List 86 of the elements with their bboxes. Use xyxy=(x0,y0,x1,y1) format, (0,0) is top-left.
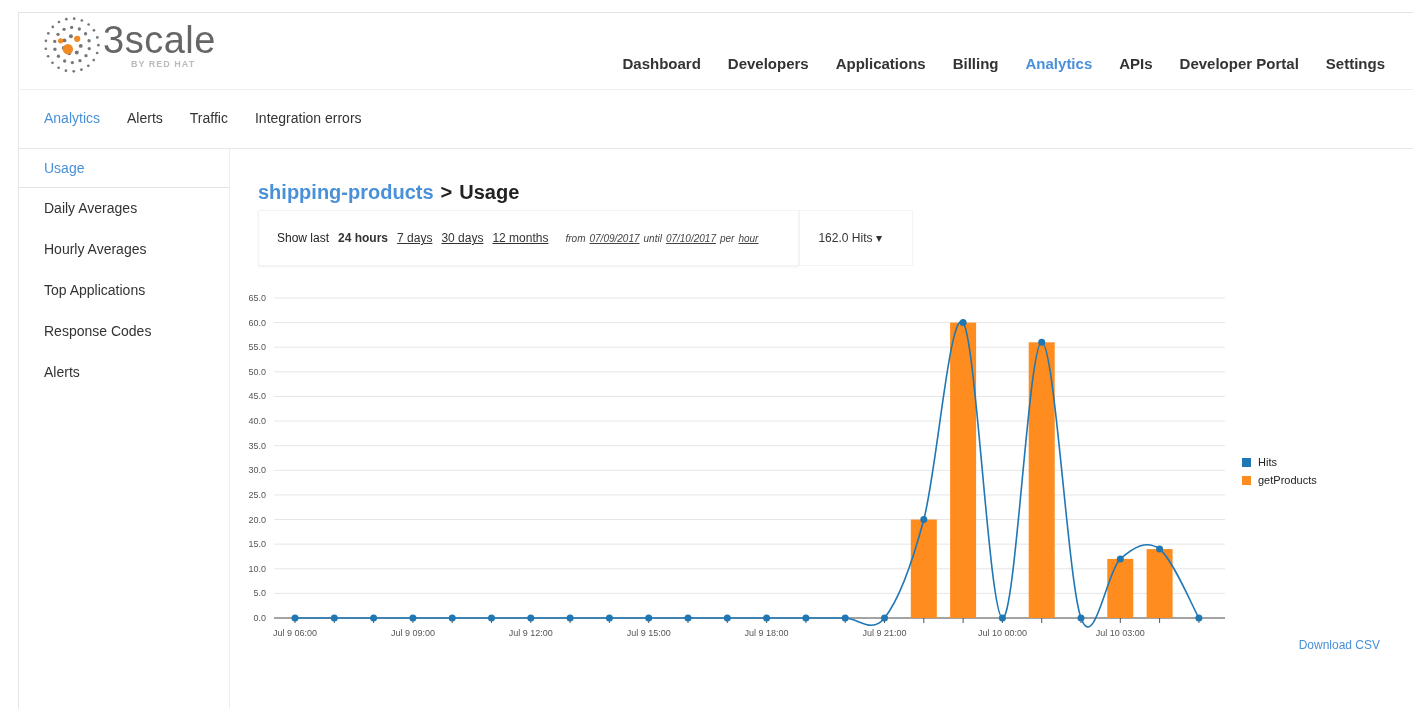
bar xyxy=(1107,558,1134,618)
y-tick-label: 40.0 xyxy=(248,416,266,427)
y-tick-label: 50.0 xyxy=(248,366,266,377)
data-point xyxy=(998,614,1006,622)
sidebar-item[interactable]: Top Applications xyxy=(19,270,229,311)
sidebar-item[interactable]: Daily Averages xyxy=(19,188,229,229)
y-tick-label: 30.0 xyxy=(248,465,266,476)
legend-label: Hits xyxy=(1258,456,1277,468)
y-tick-label: 5.0 xyxy=(253,588,266,599)
nav-tab[interactable]: Billing xyxy=(952,55,999,72)
y-tick-label: 45.0 xyxy=(248,391,266,402)
x-tick-label: Jul 9 18:00 xyxy=(744,628,789,638)
nav-tab[interactable]: Developers xyxy=(727,55,809,72)
sidebar-item[interactable]: Response Codes xyxy=(19,311,229,352)
data-point xyxy=(527,614,535,622)
data-point xyxy=(763,614,771,622)
data-point xyxy=(684,614,692,622)
data-point xyxy=(723,614,731,622)
period-link[interactable]: 24 hours xyxy=(338,231,389,245)
y-tick-label: 60.0 xyxy=(248,317,266,328)
y-tick-label: 15.0 xyxy=(248,539,266,550)
data-point xyxy=(959,319,967,327)
granularity-link[interactable]: hour xyxy=(738,232,759,244)
data-point xyxy=(802,614,810,622)
metric-dropdown[interactable]: 162.0 Hits ▾ xyxy=(799,210,913,266)
bar xyxy=(1146,549,1173,618)
breadcrumb-separator: > xyxy=(440,181,453,204)
subnav-tab[interactable]: Alerts xyxy=(127,110,163,148)
period-link[interactable]: 12 months xyxy=(492,231,549,245)
y-tick-label: 35.0 xyxy=(248,440,266,451)
logo-icon xyxy=(43,16,101,74)
logo-tagline: BY RED HAT xyxy=(131,59,197,69)
data-point xyxy=(1195,614,1203,622)
data-point xyxy=(370,614,378,622)
data-point xyxy=(881,614,888,622)
download-csv-link[interactable]: Download CSV xyxy=(1298,638,1380,652)
until-date-link[interactable]: 07/10/2017 xyxy=(665,232,716,244)
nav-tab[interactable]: Applications xyxy=(835,55,926,72)
data-point xyxy=(488,614,495,622)
y-tick-label: 0.0 xyxy=(253,613,266,623)
data-point xyxy=(566,614,574,622)
y-tick-label: 25.0 xyxy=(248,489,266,500)
y-tick-label: 65.0 xyxy=(248,293,266,303)
logo-wordmark: 3scale xyxy=(103,21,216,59)
data-point xyxy=(645,614,653,622)
data-point xyxy=(920,516,928,524)
data-point xyxy=(605,614,613,622)
data-point xyxy=(330,614,338,622)
data-point xyxy=(841,614,849,622)
data-point xyxy=(448,614,456,622)
data-point xyxy=(1116,555,1124,563)
period-link[interactable]: 30 days xyxy=(441,231,484,245)
sidebar-item[interactable]: Alerts xyxy=(19,352,229,393)
x-tick-label: Jul 10 00:00 xyxy=(977,628,1027,638)
legend-swatch xyxy=(1242,457,1251,467)
x-tick-label: Jul 9 21:00 xyxy=(862,628,907,638)
from-label: from xyxy=(565,232,586,244)
x-tick-label: Jul 9 09:00 xyxy=(390,628,435,638)
per-label: per xyxy=(719,232,735,244)
page-title: Usage xyxy=(459,181,520,204)
x-tick-label: Jul 9 12:00 xyxy=(508,628,553,638)
sidebar-item[interactable]: Hourly Averages xyxy=(19,229,229,270)
x-tick-label: Jul 9 06:00 xyxy=(273,628,317,638)
legend-label: getProducts xyxy=(1258,474,1317,486)
nav-tab[interactable]: Developer Portal xyxy=(1179,55,1299,72)
from-date-link[interactable]: 07/09/2017 xyxy=(589,232,640,244)
x-tick-label: Jul 10 03:00 xyxy=(1095,628,1145,638)
sidebar-item[interactable]: Usage xyxy=(19,149,229,188)
filter-label: Show last xyxy=(277,231,330,245)
subnav-tab[interactable]: Traffic xyxy=(189,110,228,148)
data-point xyxy=(1038,338,1046,346)
nav-tab[interactable]: APIs xyxy=(1119,55,1153,72)
nav-tab[interactable]: Dashboard xyxy=(622,55,701,72)
subnav-tab[interactable]: Integration errors xyxy=(254,110,362,148)
data-point xyxy=(291,614,299,622)
y-tick-label: 10.0 xyxy=(248,563,266,574)
until-label: until xyxy=(643,232,662,244)
y-tick-label: 55.0 xyxy=(248,342,266,353)
data-point xyxy=(1156,545,1164,553)
x-tick-label: Jul 9 15:00 xyxy=(626,628,671,638)
nav-tab[interactable]: Settings xyxy=(1325,55,1385,72)
data-point xyxy=(1077,614,1085,622)
y-tick-label: 20.0 xyxy=(248,514,266,525)
legend-swatch xyxy=(1242,475,1251,485)
data-point xyxy=(409,614,417,622)
period-link[interactable]: 7 days xyxy=(397,231,433,245)
